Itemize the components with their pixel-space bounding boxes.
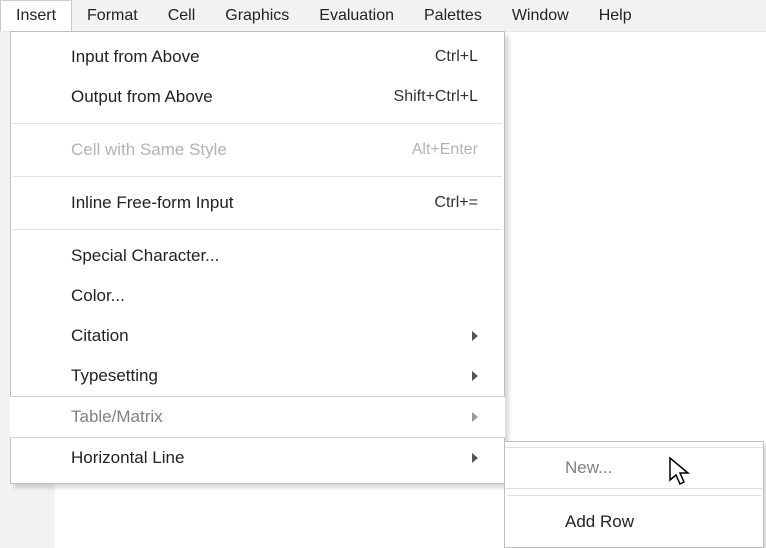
menu-evaluation[interactable]: Evaluation: [304, 0, 409, 31]
menu-item-color[interactable]: Color...: [11, 276, 504, 316]
menu-item-shortcut: Alt+Enter: [412, 141, 478, 159]
menu-label: Help: [599, 7, 632, 25]
menu-label: Graphics: [225, 7, 289, 25]
menu-item-special-character[interactable]: Special Character...: [11, 236, 504, 276]
menu-item-cell-same-style: Cell with Same Style Alt+Enter: [11, 130, 504, 170]
menu-item-label: Output from Above: [71, 87, 213, 107]
menu-separator: [13, 229, 502, 230]
menu-item-citation[interactable]: Citation: [11, 316, 504, 356]
submenu-item-label: Add Row: [565, 512, 634, 532]
menu-item-label: Special Character...: [71, 246, 219, 266]
menu-label: Insert: [16, 7, 56, 25]
menu-graphics[interactable]: Graphics: [210, 0, 304, 31]
menu-item-label: Input from Above: [71, 47, 200, 67]
menu-item-table-matrix[interactable]: Table/Matrix: [10, 396, 505, 438]
menu-separator: [507, 495, 761, 496]
submenu-arrow-icon: [472, 412, 478, 422]
menu-item-shortcut: Ctrl+L: [435, 48, 478, 66]
table-matrix-submenu: New... Add Row: [504, 441, 764, 548]
menu-item-label: Typesetting: [71, 366, 158, 386]
menu-window[interactable]: Window: [497, 0, 584, 31]
submenu-arrow-icon: [472, 371, 478, 381]
menu-palettes[interactable]: Palettes: [409, 0, 497, 31]
menu-separator: [13, 123, 502, 124]
menu-insert[interactable]: Insert: [0, 0, 72, 31]
menu-item-label: Table/Matrix: [71, 407, 163, 427]
menu-label: Cell: [168, 7, 196, 25]
menu-item-horizontal-line[interactable]: Horizontal Line: [11, 438, 504, 478]
menu-separator: [13, 176, 502, 177]
menu-item-input-from-above[interactable]: Input from Above Ctrl+L: [11, 37, 504, 77]
submenu-arrow-icon: [472, 453, 478, 463]
menu-label: Format: [87, 7, 138, 25]
menu-cell[interactable]: Cell: [153, 0, 211, 31]
menu-item-typesetting[interactable]: Typesetting: [11, 356, 504, 396]
menu-item-output-from-above[interactable]: Output from Above Shift+Ctrl+L: [11, 77, 504, 117]
menu-item-inline-freeform[interactable]: Inline Free-form Input Ctrl+=: [11, 183, 504, 223]
menu-label: Palettes: [424, 7, 482, 25]
menubar: Insert Format Cell Graphics Evaluation P…: [0, 0, 766, 32]
menu-item-label: Inline Free-form Input: [71, 193, 234, 213]
submenu-arrow-icon: [472, 331, 478, 341]
insert-dropdown: Input from Above Ctrl+L Output from Abov…: [10, 31, 505, 484]
menu-label: Evaluation: [319, 7, 394, 25]
menu-format[interactable]: Format: [72, 0, 153, 31]
menu-item-shortcut: Ctrl+=: [434, 194, 478, 212]
submenu-item-add-row[interactable]: Add Row: [505, 502, 763, 542]
menu-item-shortcut: Shift+Ctrl+L: [394, 88, 478, 106]
menu-label: Window: [512, 7, 569, 25]
submenu-item-label: New...: [565, 458, 612, 478]
menu-item-label: Cell with Same Style: [71, 140, 227, 160]
submenu-item-new[interactable]: New...: [505, 447, 763, 489]
menu-item-label: Color...: [71, 286, 125, 306]
menu-help[interactable]: Help: [584, 0, 647, 31]
menu-item-label: Citation: [71, 326, 129, 346]
menu-item-label: Horizontal Line: [71, 448, 184, 468]
